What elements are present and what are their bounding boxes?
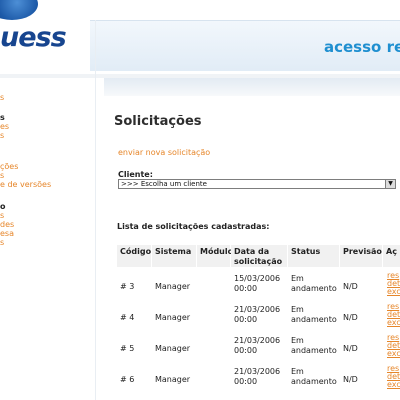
delete-link[interactable]: exc [387, 288, 400, 296]
sidebar-section-heading: o [0, 202, 6, 211]
sidebar-item[interactable]: es [0, 122, 9, 131]
delete-link[interactable]: exc [387, 319, 400, 327]
cell-status-detail: andamento [291, 346, 337, 355]
cell-data: 15/03/2006 [234, 274, 281, 283]
sidebar-item[interactable]: s [0, 131, 4, 140]
sidebar-item[interactable]: ções [0, 162, 18, 171]
cell-hora: 00:00 [234, 315, 258, 324]
sidebar-item[interactable]: s [0, 211, 4, 220]
table-row: # 6 Manager 21/03/2006 00:00 Em andament… [117, 365, 400, 396]
cell-previsao: N/D [343, 344, 358, 353]
content-top-bar [104, 78, 400, 96]
column-header-modulo: Módulo [197, 245, 233, 267]
cell-data: 21/03/2006 [234, 367, 281, 376]
column-header-data: Data da solicitação [231, 245, 287, 267]
column-header-status: Status [288, 245, 339, 267]
table-row: # 5 Manager 21/03/2006 00:00 Em andament… [117, 334, 400, 365]
page-title: Solicitações [114, 114, 202, 129]
sidebar-divider [95, 20, 96, 400]
cell-previsao: N/D [343, 313, 358, 322]
sidebar-section-heading: s [0, 113, 5, 122]
cell-status-detail: andamento [291, 315, 337, 324]
request-list-title: Lista de solicitações cadastradas: [117, 222, 270, 231]
client-label: Cliente: [118, 170, 153, 179]
cell-sistema: Manager [155, 375, 191, 384]
table-row: # 3 Manager 15/03/2006 00:00 Em andament… [117, 272, 400, 303]
cell-status: Em [291, 336, 304, 345]
column-header-previsao: Previsão [340, 245, 382, 267]
cell-data: 21/03/2006 [234, 336, 281, 345]
logo-text: uess [0, 22, 67, 53]
cell-codigo: # 4 [120, 313, 135, 322]
client-select-value: >>> Escolha um cliente [121, 180, 207, 188]
cell-status: Em [291, 367, 304, 376]
sidebar-item-versions[interactable]: e de versões [0, 180, 51, 189]
sidebar-item[interactable]: s [0, 238, 4, 247]
cell-previsao: N/D [343, 282, 358, 291]
cell-codigo: # 5 [120, 344, 135, 353]
row-actions: res deta exc [387, 365, 400, 389]
column-header-codigo: Código [117, 245, 151, 267]
cell-hora: 00:00 [234, 377, 258, 386]
row-actions: res deta exc [387, 272, 400, 296]
sidebar-item[interactable]: s [0, 93, 4, 102]
cell-sistema: Manager [155, 313, 191, 322]
cell-hora: 00:00 [234, 284, 258, 293]
logo-mark-icon [0, 0, 38, 20]
sidebar-item[interactable]: des [0, 220, 14, 229]
table-row: # 4 Manager 21/03/2006 00:00 Em andament… [117, 303, 400, 334]
dropdown-arrow-icon[interactable]: ▼ [385, 180, 395, 188]
row-actions: res deta exc [387, 334, 400, 358]
row-actions: res deta exc [387, 303, 400, 327]
sidebar-item[interactable]: esa [0, 229, 14, 238]
delete-link[interactable]: exc [387, 381, 400, 389]
sidebar-item[interactable]: s [0, 171, 4, 180]
cell-status: Em [291, 305, 304, 314]
app-header: uess acesso re [0, 0, 400, 78]
cell-previsao: N/D [343, 375, 358, 384]
header-title: acesso re [324, 38, 400, 56]
cell-hora: 00:00 [234, 346, 258, 355]
new-request-link[interactable]: enviar nova solicitação [118, 148, 210, 157]
cell-status-detail: andamento [291, 377, 337, 386]
cell-status-detail: andamento [291, 284, 337, 293]
client-select[interactable]: >>> Escolha um cliente ▼ [118, 179, 396, 189]
logo[interactable]: uess [0, 0, 90, 60]
cell-data: 21/03/2006 [234, 305, 281, 314]
sidebar: s s es s ções s e de versões o s des esa… [0, 78, 95, 400]
cell-sistema: Manager [155, 282, 191, 291]
cell-status: Em [291, 274, 304, 283]
column-header-sistema: Sistema [152, 245, 196, 267]
cell-sistema: Manager [155, 344, 191, 353]
delete-link[interactable]: exc [387, 350, 400, 358]
column-header-acoes: Aç [383, 245, 400, 267]
cell-codigo: # 6 [120, 375, 135, 384]
cell-codigo: # 3 [120, 282, 135, 291]
